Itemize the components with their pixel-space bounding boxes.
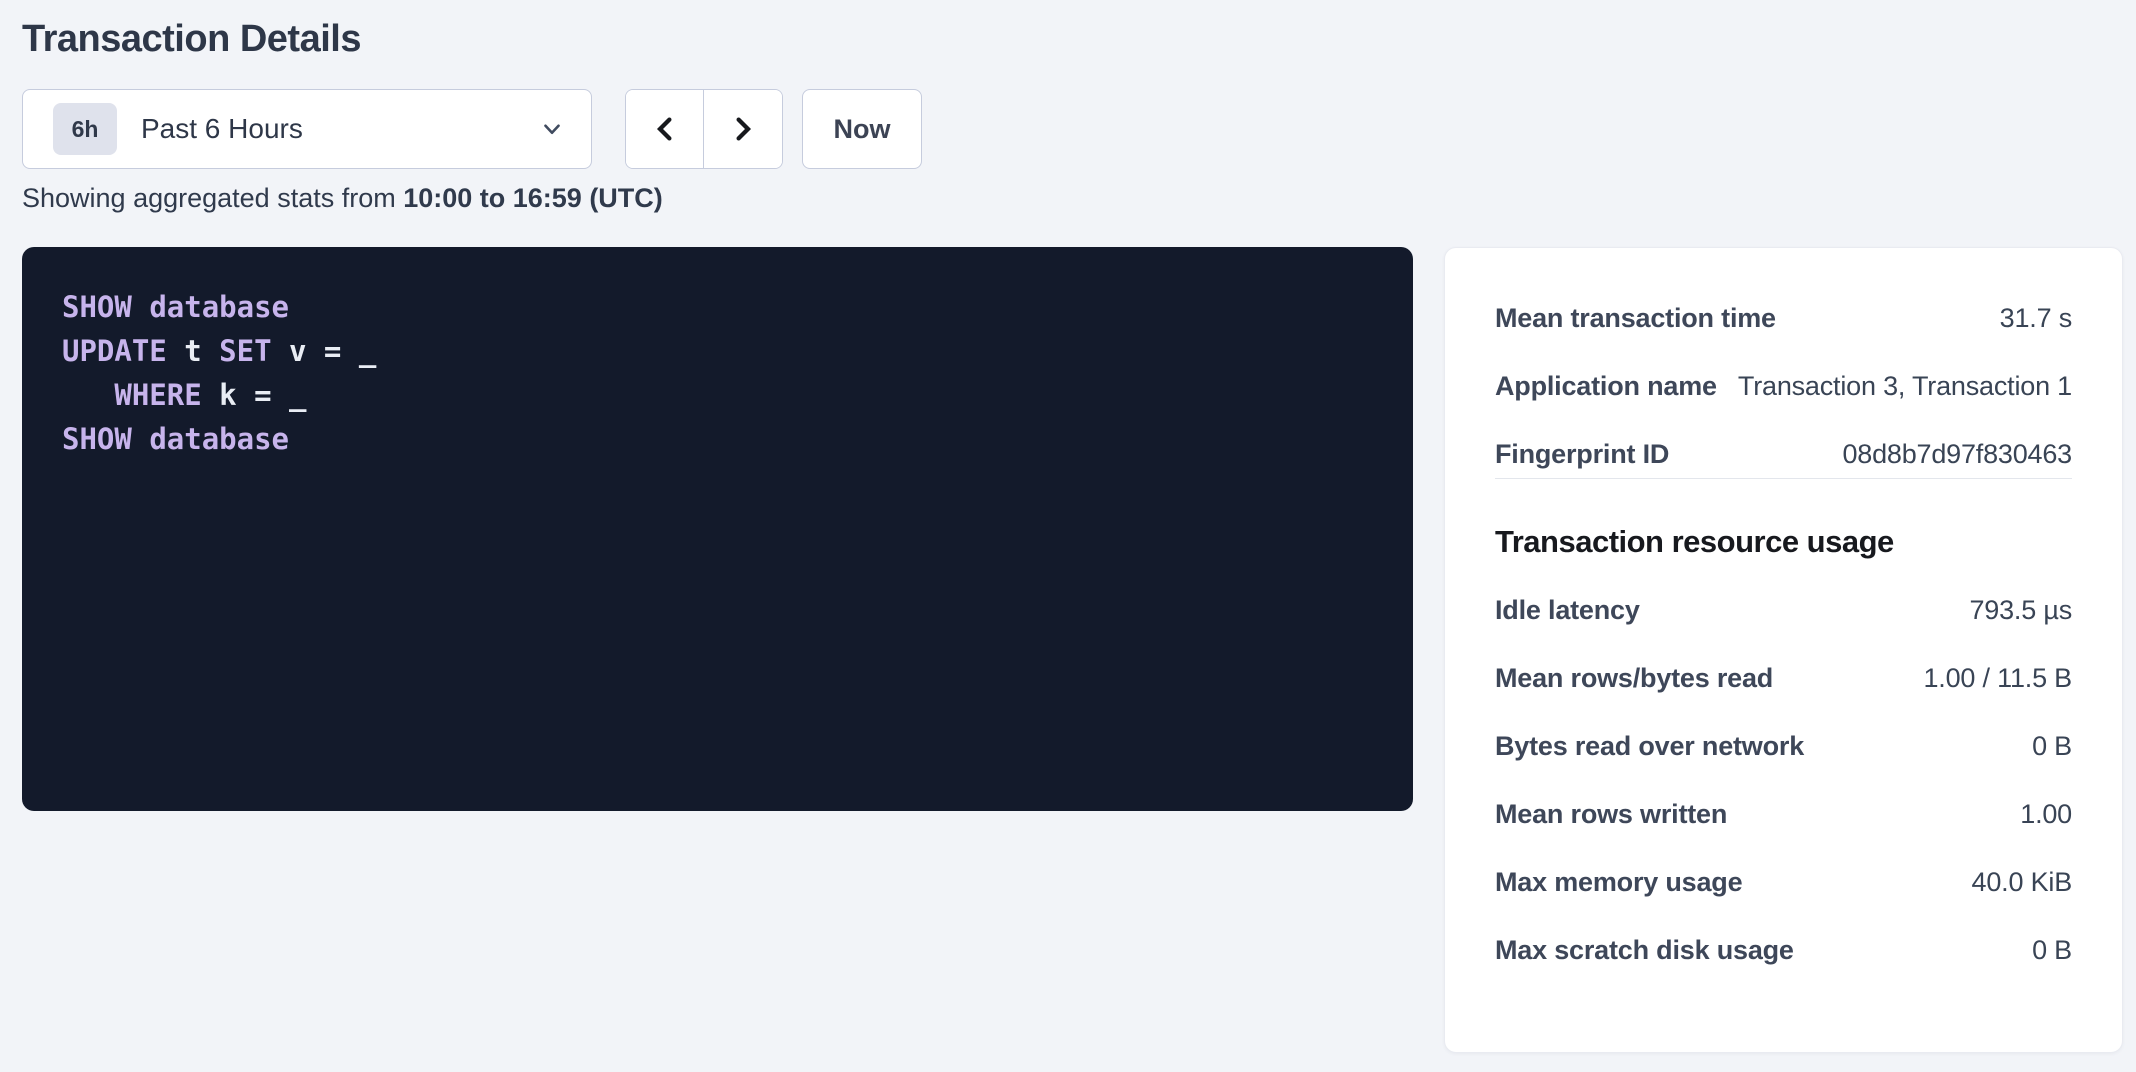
stat-row: Mean transaction time 31.7 s (1495, 302, 2072, 334)
stat-row: Max scratch disk usage 0 B (1495, 934, 2072, 966)
overview-rows: Mean transaction time 31.7 s Application n… (1495, 302, 2072, 470)
stat-label: Mean rows written (1495, 798, 1747, 830)
sql-statement-box: SHOW databaseUPDATE t SET v = _ WHERE k … (22, 247, 1413, 811)
resource-usage-heading: Transaction resource usage (1495, 523, 2072, 561)
stats-summary-prefix: Showing aggregated stats from (22, 183, 403, 213)
now-button[interactable]: Now (802, 89, 922, 169)
stat-value: 1.00 (2020, 798, 2072, 830)
stat-value: 31.7 s (2000, 302, 2072, 334)
stat-row: Max memory usage 40.0 KiB (1495, 866, 2072, 898)
stat-row: Fingerprint ID 08d8b7d97f830463 (1495, 438, 2072, 470)
page-title: Transaction Details (22, 16, 2123, 62)
main-content: SHOW databaseUPDATE t SET v = _ WHERE k … (22, 247, 2123, 1053)
chevron-down-icon (539, 116, 565, 142)
stat-row: Application nameTransaction 3, Transacti… (1495, 370, 2072, 402)
stat-row: Idle latency 793.5 µs (1495, 594, 2072, 626)
time-nav-group (625, 89, 783, 169)
stat-label: Max memory usage (1495, 866, 1762, 898)
stat-value: 0 B (2032, 934, 2072, 966)
next-time-button[interactable] (704, 90, 782, 168)
transaction-details-page: Transaction Details 6h Past 6 Hours Now … (0, 0, 2136, 1072)
resource-rows: Idle latency 793.5 µs Mean rows/bytes read… (1495, 594, 2072, 966)
sql-line: SHOW database (62, 285, 1373, 329)
chevron-left-icon (650, 113, 680, 145)
stat-value: 1.00 / 11.5 B (1923, 662, 2072, 694)
stat-label: Mean transaction time (1495, 302, 1796, 334)
stat-label: Idle latency (1495, 594, 1660, 626)
stat-label: Mean rows/bytes read (1495, 662, 1793, 694)
stat-value: 40.0 KiB (1972, 866, 2072, 898)
sql-code: SHOW databaseUPDATE t SET v = _ WHERE k … (62, 285, 1373, 461)
stat-label: Application name (1495, 370, 1737, 402)
time-range-badge: 6h (53, 103, 117, 155)
sql-line: SHOW database (62, 417, 1373, 461)
stat-row: Mean rows written 1.00 (1495, 798, 2072, 830)
summary-card: Mean transaction time 31.7 s Application n… (1444, 247, 2123, 1053)
stat-value: 0 B (2032, 730, 2072, 762)
stat-row: Bytes read over network 0 B (1495, 730, 2072, 762)
time-range-dropdown[interactable]: 6h Past 6 Hours (22, 89, 592, 169)
sql-line: UPDATE t SET v = _ (62, 329, 1373, 373)
stats-summary-range: 10:00 to 16:59 (UTC) (403, 183, 663, 213)
time-controls: 6h Past 6 Hours Now (22, 89, 2123, 169)
stat-value: Transaction 3, Transaction 1 (1738, 370, 2072, 402)
stat-label: Bytes read over network (1495, 730, 1824, 762)
stat-label: Max scratch disk usage (1495, 934, 1814, 966)
card-divider (1495, 478, 2072, 479)
stat-row: Mean rows/bytes read 1.00 / 11.5 B (1495, 662, 2072, 694)
stat-label: Fingerprint ID (1495, 438, 1689, 470)
stat-value: 793.5 µs (1969, 594, 2072, 626)
sql-line: WHERE k = _ (62, 373, 1373, 417)
stat-value: 08d8b7d97f830463 (1842, 438, 2072, 470)
time-range-label: Past 6 Hours (141, 113, 539, 145)
prev-time-button[interactable] (626, 90, 704, 168)
chevron-right-icon (728, 113, 758, 145)
stats-summary-text: Showing aggregated stats from 10:00 to 1… (22, 183, 2123, 213)
